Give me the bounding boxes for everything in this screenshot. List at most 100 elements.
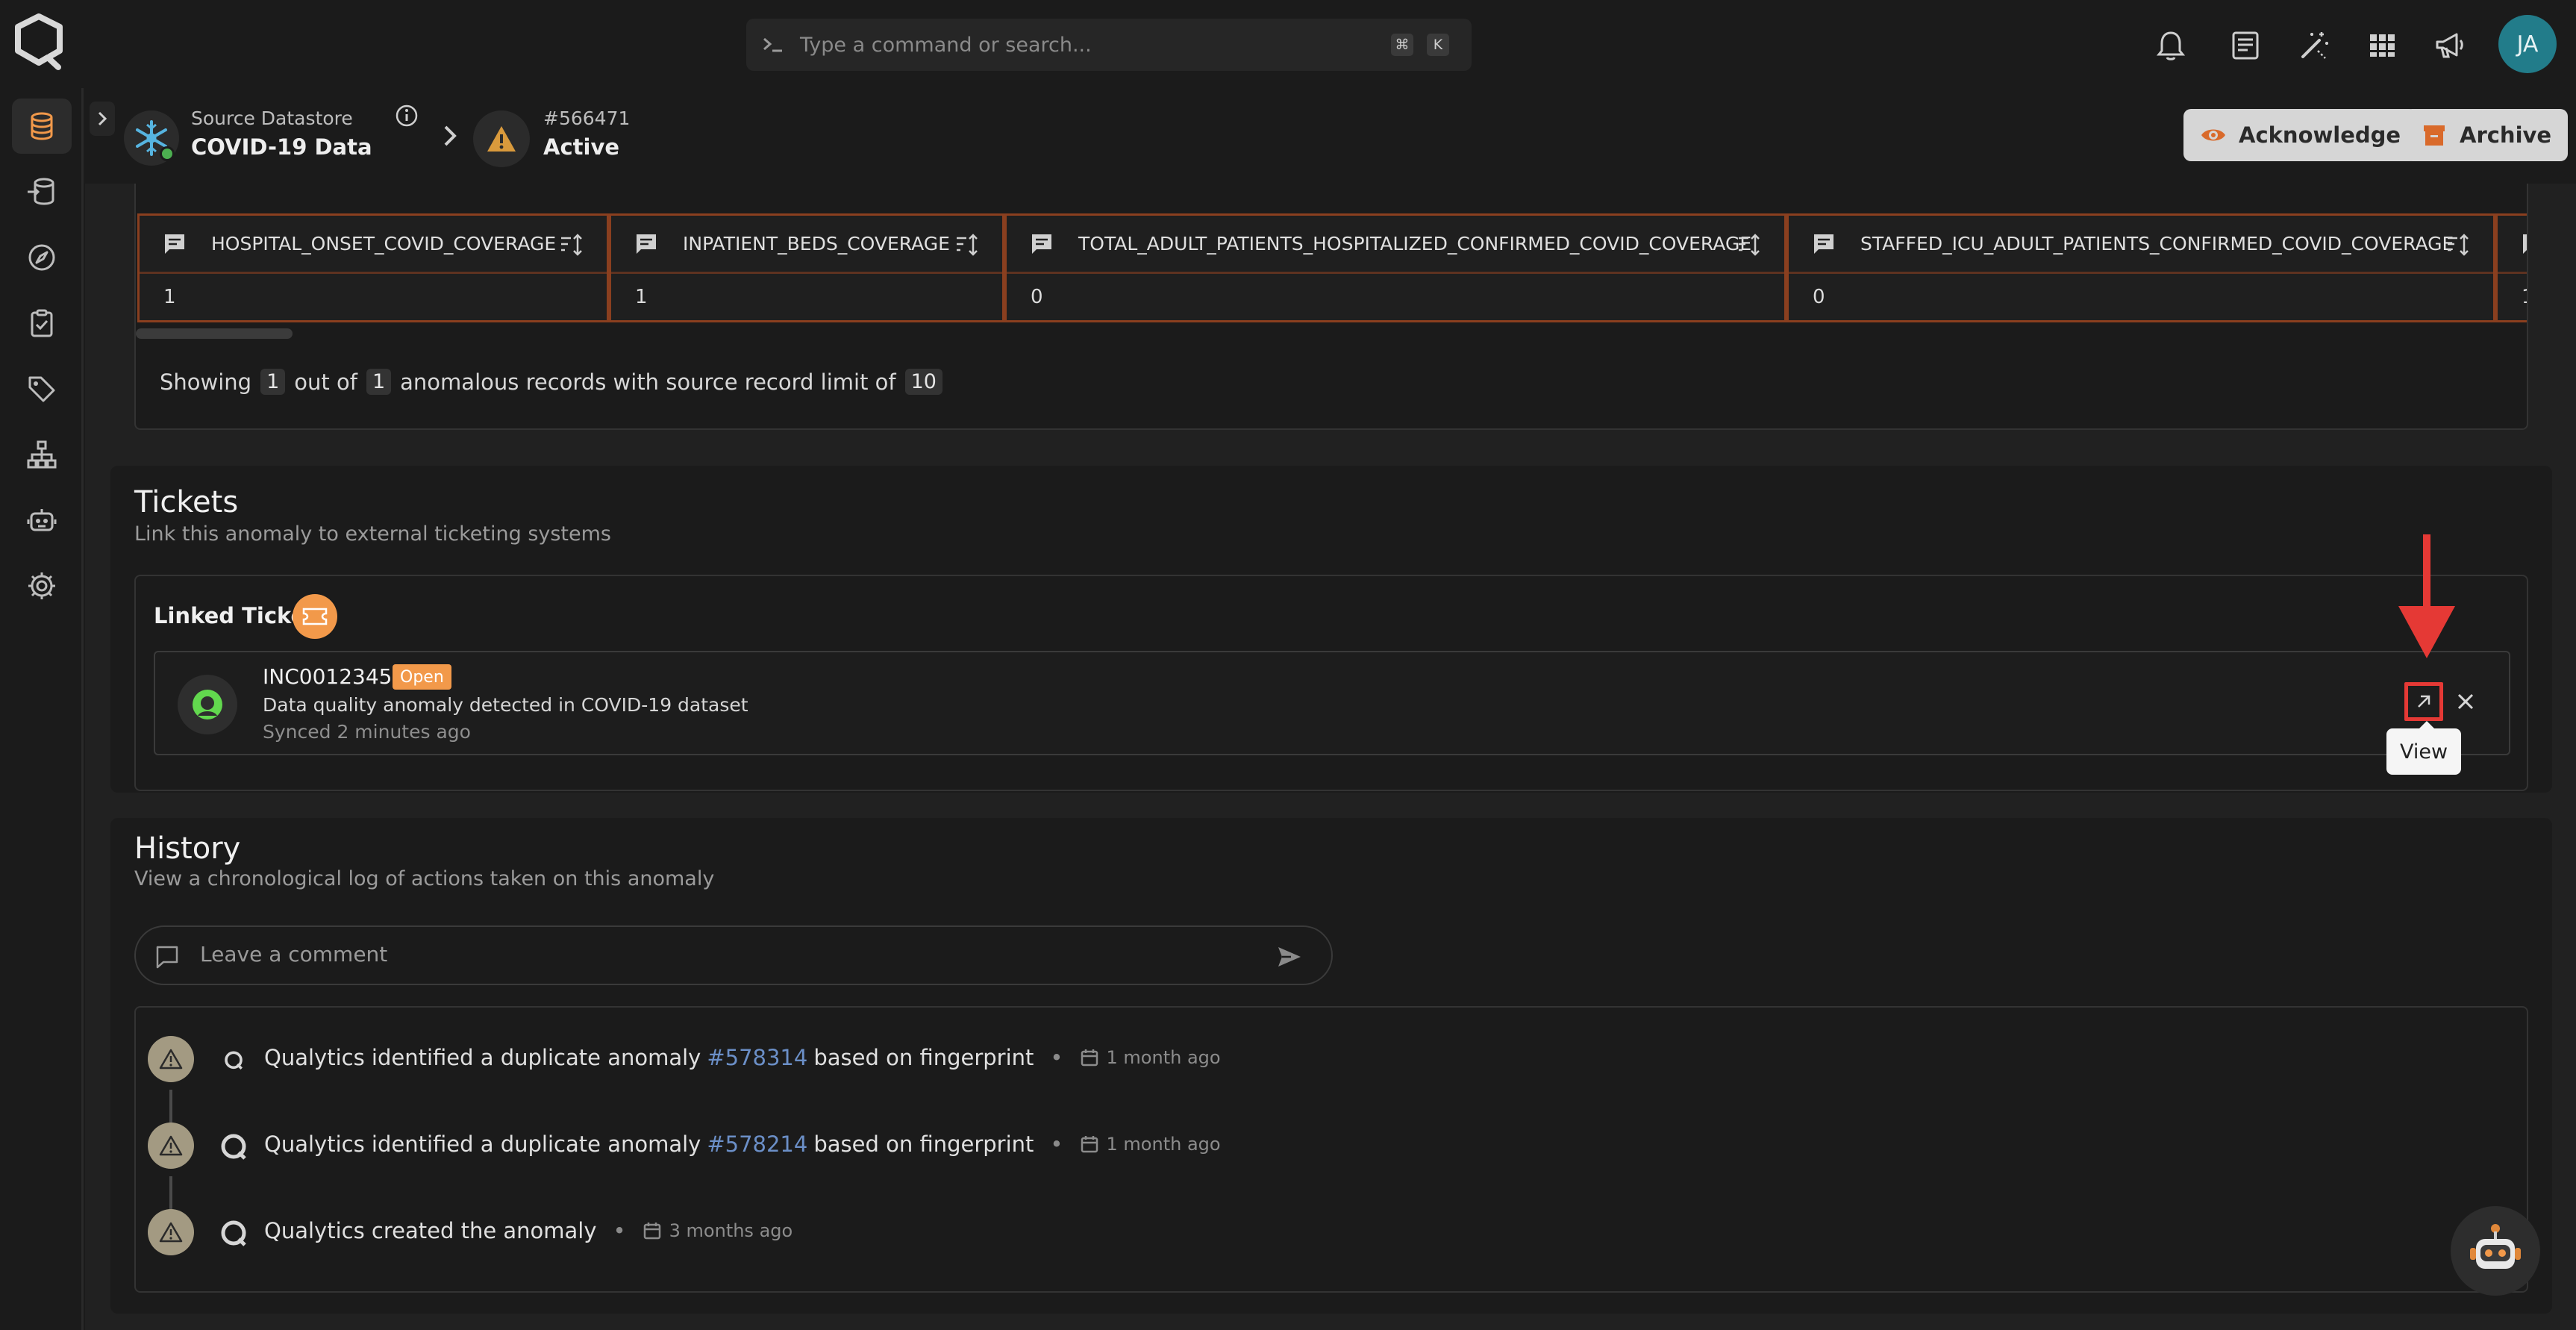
shortcut-cmd-key: ⌘: [1391, 34, 1413, 56]
ticket-icon: [302, 608, 328, 625]
sidebar-item-enrichment[interactable]: [12, 164, 72, 219]
sidebar-item-checks[interactable]: [12, 296, 72, 351]
comment-icon: [1032, 234, 1051, 254]
send-icon[interactable]: [1276, 943, 1303, 970]
eye-icon: [2201, 129, 2225, 141]
assistant-bot-button[interactable]: [2451, 1206, 2540, 1296]
close-icon[interactable]: [2452, 688, 2479, 715]
column-header[interactable]: INPATIENT_BEDS_COVERAGE: [611, 216, 1002, 274]
column-header[interactable]: TOTAL_ADULT_PATIENTS_HOSPITALIZED_CONFIR…: [1007, 216, 1784, 274]
summary-limit-text: anomalous records with source record lim…: [400, 369, 896, 395]
history-entry-prefix: Qualytics identified a duplicate anomaly: [264, 1131, 701, 1157]
linked-ticket-row[interactable]: INC0012345 Open Data quality anomaly det…: [154, 651, 2510, 755]
history-entry: Qualytics identified a duplicate anomaly…: [136, 1028, 2527, 1088]
datastore-label: Source Datastore: [191, 107, 353, 129]
apps-grid-icon[interactable]: [2366, 28, 2400, 63]
clipboard-check-icon: [31, 309, 53, 337]
history-warning-badge: [148, 1123, 194, 1169]
cell-value: 0: [1813, 286, 1825, 308]
gear-icon: [28, 572, 55, 599]
column-name: INPATIENT_BEDS_COVERAGE: [683, 233, 950, 255]
bell-icon[interactable]: [2154, 28, 2188, 63]
sidebar-item-explore[interactable]: [12, 230, 72, 285]
sort-icon[interactable]: [559, 232, 584, 257]
history-entry-date: 1 month ago: [1080, 1134, 1221, 1155]
history-log: Qualytics identified a duplicate anomaly…: [134, 1006, 2528, 1293]
table-column: HOSPITAL_ONSET_COVID_COVERAGE 1: [137, 213, 609, 322]
comment-icon: [2523, 234, 2527, 254]
ticket-description: Data quality anomaly detected in COVID-1…: [263, 694, 748, 716]
sort-icon[interactable]: [1736, 232, 1762, 257]
hierarchy-icon: [27, 440, 57, 469]
compass-icon: [28, 244, 55, 271]
qualytics-icon: [221, 1220, 246, 1246]
warning-outline-icon: [159, 1135, 183, 1156]
info-icon[interactable]: [394, 103, 419, 128]
servicenow-logo: [178, 675, 237, 734]
duplicate-anomaly-link[interactable]: #578314: [707, 1045, 807, 1070]
column-header[interactable]: STAFFED_ICU_ADULT_PATIENTS_CONFIRMED_COV…: [1789, 216, 2493, 274]
duplicate-anomaly-link[interactable]: #578214: [707, 1131, 807, 1157]
column-name: TOTAL_ADULT_PATIENTS_HOSPITALIZED_CONFIR…: [1078, 233, 1752, 255]
breadcrumb-chevron-icon: [444, 125, 457, 146]
expand-sidebar-button[interactable]: [90, 102, 115, 136]
tickets-section: Tickets Link this anomaly to external ti…: [110, 466, 2552, 793]
ticket-sync-time: Synced 2 minutes ago: [263, 721, 471, 743]
ticket-id[interactable]: INC0012345: [263, 664, 392, 689]
qualytics-logo[interactable]: [9, 12, 69, 72]
history-entry-text: Qualytics identified a duplicate anomaly…: [264, 1131, 1221, 1157]
command-search[interactable]: Type a command or search... ⌘ K: [746, 19, 1472, 71]
records-summary: Showing 1 out of 1 anomalous records wit…: [160, 369, 951, 395]
sidebar: [0, 88, 84, 1330]
comment-placeholder: Leave a comment: [200, 942, 388, 967]
qualytics-icon: [225, 1051, 243, 1070]
comment-input[interactable]: Leave a comment: [134, 925, 1333, 985]
history-subtitle: View a chronological log of actions take…: [134, 867, 715, 890]
terminal-prompt-icon: [763, 37, 782, 52]
comment-icon: [637, 234, 656, 254]
user-avatar[interactable]: JA: [2498, 15, 2557, 73]
column-name: STAFFED_ICU_ADULT_PATIENTS_CONFIRMED_COV…: [1860, 233, 2454, 255]
sort-icon[interactable]: [2445, 232, 2471, 257]
calendar-icon: [1081, 1049, 1098, 1067]
history-date-text: 3 months ago: [669, 1220, 793, 1241]
comment-bubble-icon: [156, 946, 178, 969]
cell-value: 1: [2522, 286, 2527, 308]
history-entry-text: Qualytics created the anomaly • 3 months…: [264, 1218, 793, 1243]
chevron-right-icon: [98, 111, 107, 126]
archive-box-icon: [2424, 125, 2445, 146]
cell-value: 1: [163, 286, 176, 308]
archive-button[interactable]: Archive: [2404, 109, 2569, 161]
sidebar-item-datastores[interactable]: [12, 99, 72, 154]
acknowledge-button[interactable]: Acknowledge: [2183, 109, 2418, 161]
sort-icon[interactable]: [954, 232, 980, 257]
history-date-text: 1 month ago: [1106, 1047, 1221, 1068]
horizontal-scrollbar[interactable]: [136, 328, 293, 339]
anomalous-records-table[interactable]: HOSPITAL_ONSET_COVID_COVERAGE 1 INPATIEN…: [136, 213, 2527, 348]
anomaly-id: #566471: [543, 107, 631, 129]
column-header[interactable]: [2498, 216, 2527, 274]
view-ticket-button[interactable]: [2404, 682, 2443, 721]
warning-icon: [487, 126, 516, 152]
summary-out-of: out of: [294, 369, 357, 395]
history-entry-text: Qualytics identified a duplicate anomaly…: [264, 1045, 1221, 1070]
sidebar-item-agents[interactable]: [12, 493, 72, 548]
database-arrow-icon: [28, 178, 54, 205]
megaphone-icon[interactable]: [2433, 28, 2467, 63]
history-date-text: 1 month ago: [1106, 1134, 1221, 1155]
history-entry-date: 1 month ago: [1080, 1047, 1221, 1068]
datastore-name[interactable]: COVID-19 Data: [191, 134, 372, 160]
table-column: INPATIENT_BEDS_COVERAGE 1: [609, 213, 1004, 322]
column-header[interactable]: HOSPITAL_ONSET_COVID_COVERAGE: [140, 216, 607, 274]
sidebar-item-flows[interactable]: [12, 427, 72, 482]
history-entry-prefix: Qualytics identified a duplicate anomaly: [264, 1045, 701, 1070]
sidebar-item-tags[interactable]: [12, 361, 72, 416]
document-icon[interactable]: [2228, 28, 2263, 63]
summary-prefix: Showing: [160, 369, 252, 395]
shortcut-k-key: K: [1427, 34, 1449, 56]
anomalous-records-card: HOSPITAL_ONSET_COVID_COVERAGE 1 INPATIEN…: [134, 184, 2528, 430]
magic-wand-icon[interactable]: [2297, 28, 2331, 63]
sidebar-item-settings[interactable]: [12, 558, 72, 614]
anomaly-status-icon: [473, 110, 530, 167]
qualytics-icon: [221, 1134, 246, 1160]
